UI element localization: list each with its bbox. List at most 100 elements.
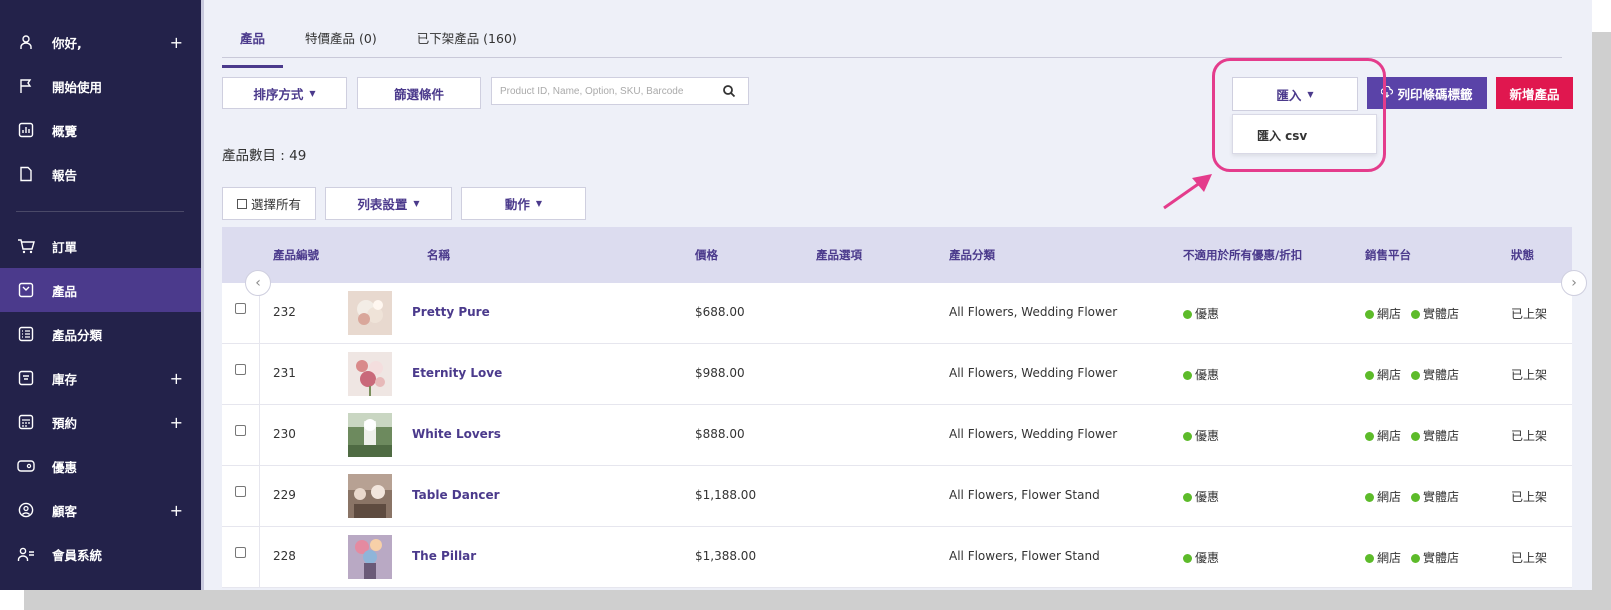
- search-input[interactable]: [492, 78, 712, 104]
- header-category[interactable]: 產品分類: [949, 247, 995, 263]
- product-name-link[interactable]: Eternity Love: [412, 366, 502, 380]
- channel-online: 網店: [1365, 488, 1401, 505]
- filter-button[interactable]: 篩選條件: [357, 77, 481, 109]
- product-price: $688.00: [695, 305, 745, 319]
- product-thumbnail[interactable]: [348, 352, 392, 396]
- sidebar-item-label: 報告: [52, 167, 78, 183]
- status-dot-icon: [1411, 554, 1420, 563]
- discount-label: 優惠: [1195, 551, 1220, 565]
- tab-sale-products[interactable]: 特價產品 (0): [287, 24, 395, 58]
- flag-icon: [16, 76, 36, 96]
- header-options[interactable]: 產品選項: [816, 247, 862, 263]
- search-icon[interactable]: [722, 84, 736, 98]
- product-search[interactable]: [491, 77, 749, 105]
- sidebar-item-label: 產品: [52, 283, 78, 299]
- coupon-icon: [16, 456, 36, 476]
- status-dot-icon: [1183, 493, 1192, 502]
- channel-online: 網店: [1365, 427, 1401, 444]
- list-settings-button[interactable]: 列表設置 ▼: [325, 187, 452, 220]
- header-price[interactable]: 價格: [695, 247, 718, 263]
- sidebar-item-membership[interactable]: 會員系統: [0, 532, 201, 576]
- row-checkbox[interactable]: [235, 547, 246, 558]
- product-thumbnail[interactable]: [348, 413, 392, 457]
- status-dot-icon: [1365, 432, 1374, 441]
- sidebar-item-label: 庫存: [52, 371, 78, 387]
- header-discount[interactable]: 不適用於所有優惠/折扣: [1183, 247, 1302, 263]
- header-name[interactable]: 名稱: [427, 247, 450, 263]
- sidebar-item-label: 你好,: [52, 35, 82, 51]
- product-name-link[interactable]: Pretty Pure: [412, 305, 490, 319]
- status-dot-icon: [1411, 310, 1420, 319]
- channel-store-label: 實體店: [1423, 490, 1460, 504]
- expand-plus-icon[interactable]: +: [170, 501, 183, 520]
- status-dot-icon: [1183, 432, 1192, 441]
- sidebar-item-label: 概覽: [52, 123, 78, 139]
- table-row[interactable]: 229 Table Dancer $1,188.00 All Flowers, …: [222, 466, 1572, 527]
- channel-store-label: 實體店: [1423, 307, 1460, 321]
- channel-online-label: 網店: [1377, 429, 1402, 443]
- product-name-link[interactable]: White Lovers: [412, 427, 501, 441]
- scroll-left-icon[interactable]: ‹: [245, 270, 271, 296]
- channel-store: 實體店: [1411, 549, 1459, 566]
- actions-button[interactable]: 動作 ▼: [461, 187, 586, 220]
- expand-plus-icon[interactable]: +: [170, 33, 183, 52]
- product-thumbnail[interactable]: [348, 291, 392, 335]
- expand-plus-icon[interactable]: +: [170, 369, 183, 388]
- discount-label: 優惠: [1195, 490, 1220, 504]
- channel-store-label: 實體店: [1423, 429, 1460, 443]
- add-product-button[interactable]: 新增產品: [1496, 77, 1573, 109]
- sidebar-item-promotions[interactable]: 優惠: [0, 444, 201, 488]
- table-row[interactable]: 231 Eternity Love $988.00 All Flowers, W…: [222, 344, 1572, 405]
- channel-online-label: 網店: [1377, 307, 1402, 321]
- product-thumbnail[interactable]: [348, 474, 392, 518]
- sidebar-item-label: 產品分類: [52, 327, 103, 343]
- table-row[interactable]: 228 The Pillar $1,388.00 All Flowers, Fl…: [222, 527, 1572, 588]
- table-row[interactable]: 232 Pretty Pure $688.00 All Flowers, Wed…: [222, 283, 1572, 344]
- expand-plus-icon[interactable]: +: [170, 413, 183, 432]
- tab-products[interactable]: 產品: [222, 24, 284, 68]
- product-name-link[interactable]: Table Dancer: [412, 488, 500, 502]
- sidebar-item-greeting[interactable]: 你好, +: [0, 20, 201, 64]
- product-id: 231: [273, 366, 296, 380]
- sidebar-item-overview[interactable]: 概覽: [0, 108, 201, 152]
- sidebar-item-inventory[interactable]: 庫存 +: [0, 356, 201, 400]
- sidebar-item-getting-started[interactable]: 開始使用: [0, 64, 201, 108]
- product-status: 已上架: [1511, 429, 1548, 443]
- chart-icon: [16, 120, 36, 140]
- product-name-link[interactable]: The Pillar: [412, 549, 476, 563]
- header-channel[interactable]: 銷售平台: [1365, 247, 1411, 263]
- column-divider: [259, 527, 260, 587]
- header-status[interactable]: 狀態: [1511, 247, 1534, 263]
- scroll-right-icon[interactable]: ›: [1561, 270, 1587, 296]
- filter-button-label: 篩選條件: [393, 86, 444, 102]
- discount-badge: 優惠: [1183, 366, 1219, 383]
- tab-unlisted-products[interactable]: 已下架產品 (160): [399, 24, 535, 58]
- row-checkbox[interactable]: [235, 364, 246, 375]
- product-category: All Flowers, Flower Stand: [949, 549, 1100, 563]
- sidebar-item-product-categories[interactable]: 產品分類: [0, 312, 201, 356]
- add-product-label: 新增產品: [1509, 86, 1560, 102]
- sidebar-item-products[interactable]: 產品: [0, 268, 201, 312]
- sidebar-item-reports[interactable]: 報告: [0, 152, 201, 196]
- product-icon: [16, 280, 36, 300]
- select-all-button[interactable]: 選擇所有: [222, 187, 316, 220]
- row-checkbox[interactable]: [235, 303, 246, 314]
- status-dot-icon: [1365, 371, 1374, 380]
- header-product-id[interactable]: 產品編號: [273, 247, 319, 263]
- status-dot-icon: [1183, 554, 1192, 563]
- product-count: 產品數目 : 49: [222, 148, 307, 164]
- sidebar-item-label: 顧客: [52, 503, 78, 519]
- product-thumbnail[interactable]: [348, 535, 392, 579]
- sidebar-item-orders[interactable]: 訂單: [0, 224, 201, 268]
- sidebar-item-customers[interactable]: 顧客 +: [0, 488, 201, 532]
- discount-badge: 優惠: [1183, 427, 1219, 444]
- status-dot-icon: [1365, 493, 1374, 502]
- table-row[interactable]: 230 White Lovers $888.00 All Flowers, We…: [222, 405, 1572, 466]
- row-checkbox[interactable]: [235, 425, 246, 436]
- row-checkbox[interactable]: [235, 486, 246, 497]
- sidebar-divider: [16, 211, 184, 212]
- product-status: 已上架: [1511, 551, 1548, 565]
- sort-button[interactable]: 排序方式 ▼: [222, 77, 347, 109]
- sidebar-item-booking[interactable]: 預約 +: [0, 400, 201, 444]
- annotation-highlight: [1212, 58, 1386, 172]
